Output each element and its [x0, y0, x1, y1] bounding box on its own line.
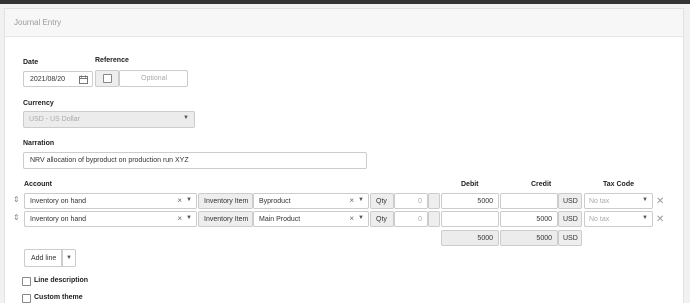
chevron-down-icon[interactable]: ▼	[358, 215, 364, 221]
page-title: Journal Entry	[14, 18, 62, 27]
inventory-item-label: Inventory Item	[204, 198, 249, 205]
credit-header: Credit	[531, 181, 552, 188]
date-label: Date	[23, 59, 39, 66]
tax-select[interactable]: No tax ▼	[584, 193, 653, 209]
calendar-icon[interactable]	[79, 75, 88, 84]
panel-header: Journal Entry	[5, 9, 683, 37]
qty-unit-addon	[428, 193, 440, 209]
inventory-item-addon: Inventory Item	[198, 193, 253, 209]
qty-input[interactable]: 0	[394, 193, 428, 209]
row-currency: USD	[563, 216, 578, 223]
currency-value: USD - US Dollar	[29, 116, 80, 123]
remove-row-icon[interactable]: ✕	[656, 214, 664, 225]
add-line-dropdown[interactable]: ▼	[62, 249, 76, 267]
credit-value: 5000	[536, 216, 552, 223]
narration-label: Narration	[23, 140, 55, 147]
account-value: Inventory on hand	[30, 198, 87, 205]
account-select[interactable]: Inventory on hand × ▼	[24, 211, 197, 227]
debit-value: 5000	[477, 198, 493, 205]
line-description-label: Line description	[34, 277, 89, 284]
clear-icon[interactable]: ×	[177, 196, 182, 205]
remove-row-icon[interactable]: ✕	[656, 196, 664, 207]
custom-theme-checkbox[interactable]	[22, 294, 31, 303]
narration-value: NRV allocation of byproduct on productio…	[30, 157, 189, 164]
account-value: Inventory on hand	[30, 216, 87, 223]
reference-input[interactable]: Optional	[119, 70, 188, 87]
tax-value: No tax	[589, 198, 610, 205]
reference-label: Reference	[95, 57, 129, 64]
chevron-down-icon: ▼	[183, 115, 189, 121]
reference-checkbox[interactable]	[103, 74, 112, 83]
row-currency: USD	[563, 198, 578, 205]
reference-placeholder: Optional	[141, 75, 168, 82]
item-select[interactable]: Main Product × ▼	[253, 211, 369, 227]
journal-entry-panel: Journal Entry Date 2021/08/20 Reference …	[4, 8, 684, 303]
credit-input[interactable]	[500, 193, 558, 209]
item-value: Byproduct	[259, 198, 291, 205]
clear-icon[interactable]: ×	[349, 214, 354, 223]
currency-label: Currency	[23, 100, 54, 107]
item-value: Main Product	[259, 216, 301, 223]
drag-handle-icon[interactable]: ⇕	[13, 213, 20, 222]
credit-input[interactable]: 5000	[500, 211, 558, 227]
debit-header: Debit	[461, 181, 479, 188]
qty-label: Qty	[376, 198, 387, 205]
tax-value: No tax	[589, 216, 610, 223]
currency-addon: USD	[558, 193, 582, 209]
qty-addon: Qty	[370, 211, 394, 227]
account-header: Account	[24, 181, 52, 188]
narration-input[interactable]: NRV allocation of byproduct on productio…	[23, 152, 367, 169]
total-currency-addon: USD	[558, 230, 582, 246]
debit-input[interactable]	[441, 211, 499, 227]
item-select[interactable]: Byproduct × ▼	[253, 193, 369, 209]
date-field[interactable]: 2021/08/20	[23, 71, 93, 87]
qty-value: 0	[418, 216, 422, 223]
tax-code-header: Tax Code	[603, 181, 634, 188]
inventory-item-addon: Inventory Item	[198, 211, 253, 227]
currency-addon: USD	[558, 211, 582, 227]
currency-select[interactable]: USD - US Dollar ▼	[23, 111, 195, 128]
chevron-down-icon: ▼	[66, 255, 72, 261]
tax-select[interactable]: No tax ▼	[584, 211, 653, 227]
account-select[interactable]: Inventory on hand × ▼	[24, 193, 197, 209]
total-currency: USD	[563, 235, 578, 242]
qty-value: 0	[418, 198, 422, 205]
custom-theme-label: Custom theme	[34, 294, 83, 301]
top-bar	[0, 0, 690, 4]
qty-input[interactable]: 0	[394, 211, 428, 227]
qty-addon: Qty	[370, 193, 394, 209]
clear-icon[interactable]: ×	[177, 214, 182, 223]
credit-total: 5000	[500, 230, 558, 246]
debit-total: 5000	[441, 230, 499, 246]
date-value: 2021/08/20	[30, 76, 66, 83]
chevron-down-icon[interactable]: ▼	[642, 215, 648, 221]
debit-total-value: 5000	[477, 235, 493, 242]
chevron-down-icon[interactable]: ▼	[642, 197, 648, 203]
inventory-item-label: Inventory Item	[204, 216, 249, 223]
chevron-down-icon[interactable]: ▼	[358, 197, 364, 203]
chevron-down-icon[interactable]: ▼	[186, 197, 192, 203]
line-description-checkbox[interactable]	[22, 277, 31, 286]
reference-toggle[interactable]	[95, 70, 119, 87]
add-line-button[interactable]: Add line	[24, 249, 62, 267]
qty-unit-addon	[428, 211, 440, 227]
qty-label: Qty	[376, 216, 387, 223]
chevron-down-icon[interactable]: ▼	[186, 215, 192, 221]
drag-handle-icon[interactable]: ⇕	[13, 195, 20, 204]
clear-icon[interactable]: ×	[349, 196, 354, 205]
credit-total-value: 5000	[536, 235, 552, 242]
add-line-label: Add line	[31, 255, 57, 262]
debit-input[interactable]: 5000	[441, 193, 499, 209]
